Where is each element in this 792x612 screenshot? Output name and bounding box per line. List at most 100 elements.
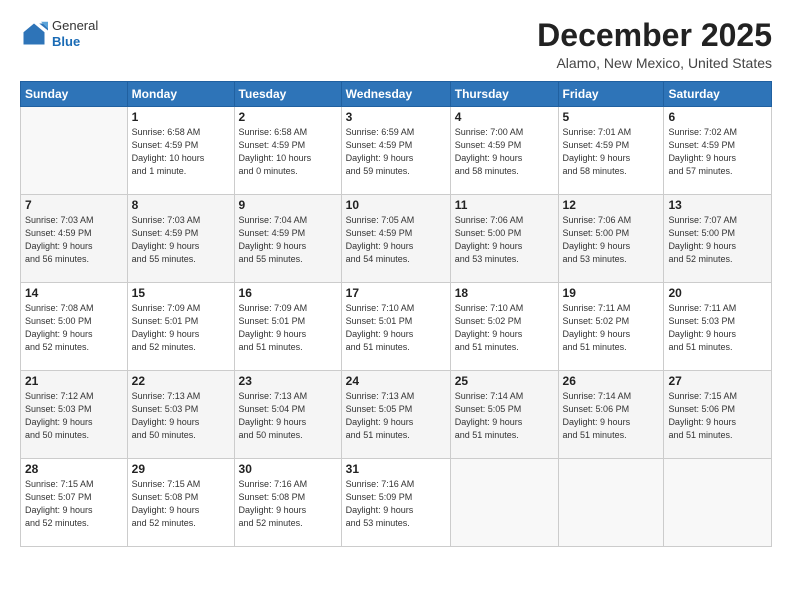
day-number: 15 (132, 286, 230, 300)
day-info: Sunrise: 7:02 AM Sunset: 4:59 PM Dayligh… (668, 126, 767, 178)
calendar-cell: 11 Sunrise: 7:06 AM Sunset: 5:00 PM Dayli… (450, 195, 558, 283)
calendar-week-row: 14 Sunrise: 7:08 AM Sunset: 5:00 PM Dayli… (21, 283, 772, 371)
calendar-cell: 15Sunrise: 7:09 AM Sunset: 5:01 PM Dayli… (127, 283, 234, 371)
calendar-cell: 10 Sunrise: 7:05 AM Sunset: 4:59 PM Dayli… (341, 195, 450, 283)
calendar-cell: 3Sunrise: 6:59 AM Sunset: 4:59 PM Daylig… (341, 107, 450, 195)
calendar-cell: 4Sunrise: 7:00 AM Sunset: 4:59 PM Daylig… (450, 107, 558, 195)
day-info: Sunrise: 7:11 AM Sunset: 5:02 PM Dayligh… (563, 302, 660, 354)
day-number: 26 (563, 374, 660, 388)
day-info: Sunrise: 7:16 AM Sunset: 5:09 PM Dayligh… (346, 478, 446, 530)
calendar-cell: 19 Sunrise: 7:11 AM Sunset: 5:02 PM Dayli… (558, 283, 664, 371)
day-number: 7 (25, 198, 123, 212)
calendar-cell: 6 Sunrise: 7:02 AM Sunset: 4:59 PM Daylig… (664, 107, 772, 195)
col-header-friday: Friday (558, 82, 664, 107)
month-title: December 2025 (537, 18, 772, 53)
day-number: 10 (346, 198, 446, 212)
day-number: 11 (455, 198, 554, 212)
col-header-tuesday: Tuesday (234, 82, 341, 107)
day-info: Sunrise: 7:14 AM Sunset: 5:05 PM Dayligh… (455, 390, 554, 442)
day-number: 21 (25, 374, 123, 388)
calendar-cell (21, 107, 128, 195)
day-info: Sunrise: 7:06 AM Sunset: 5:00 PM Dayligh… (455, 214, 554, 266)
calendar-cell: 12 Sunrise: 7:06 AM Sunset: 5:00 PM Dayli… (558, 195, 664, 283)
calendar-table: SundayMondayTuesdayWednesdayThursdayFrid… (20, 81, 772, 547)
calendar-cell: 30Sunrise: 7:16 AM Sunset: 5:08 PM Dayli… (234, 459, 341, 547)
calendar-cell: 16 Sunrise: 7:09 AM Sunset: 5:01 PM Dayli… (234, 283, 341, 371)
day-info: Sunrise: 7:13 AM Sunset: 5:05 PM Dayligh… (346, 390, 446, 442)
logo-blue: Blue (52, 34, 98, 50)
day-info: Sunrise: 7:15 AM Sunset: 5:08 PM Dayligh… (132, 478, 230, 530)
logo-text: General Blue (52, 18, 98, 49)
day-info: Sunrise: 7:05 AM Sunset: 4:59 PM Dayligh… (346, 214, 446, 266)
day-info: Sunrise: 7:15 AM Sunset: 5:06 PM Dayligh… (668, 390, 767, 442)
day-number: 29 (132, 462, 230, 476)
calendar-cell: 31 Sunrise: 7:16 AM Sunset: 5:09 PM Dayli… (341, 459, 450, 547)
day-info: Sunrise: 7:16 AM Sunset: 5:08 PM Dayligh… (239, 478, 337, 530)
day-number: 18 (455, 286, 554, 300)
day-number: 27 (668, 374, 767, 388)
day-number: 25 (455, 374, 554, 388)
day-number: 6 (668, 110, 767, 124)
day-info: Sunrise: 6:58 AM Sunset: 4:59 PM Dayligh… (239, 126, 337, 178)
header: General Blue December 2025 Alamo, New Me… (20, 18, 772, 71)
calendar-cell: 22Sunrise: 7:13 AM Sunset: 5:03 PM Dayli… (127, 371, 234, 459)
calendar-cell (558, 459, 664, 547)
day-number: 8 (132, 198, 230, 212)
title-block: December 2025 Alamo, New Mexico, United … (537, 18, 772, 71)
col-header-saturday: Saturday (664, 82, 772, 107)
day-number: 1 (132, 110, 230, 124)
calendar-header-row: SundayMondayTuesdayWednesdayThursdayFrid… (21, 82, 772, 107)
calendar-cell: 26 Sunrise: 7:14 AM Sunset: 5:06 PM Dayli… (558, 371, 664, 459)
col-header-wednesday: Wednesday (341, 82, 450, 107)
calendar-cell (664, 459, 772, 547)
calendar-cell: 14 Sunrise: 7:08 AM Sunset: 5:00 PM Dayli… (21, 283, 128, 371)
day-number: 14 (25, 286, 123, 300)
calendar-week-row: 21 Sunrise: 7:12 AM Sunset: 5:03 PM Dayli… (21, 371, 772, 459)
day-number: 5 (563, 110, 660, 124)
day-number: 24 (346, 374, 446, 388)
col-header-thursday: Thursday (450, 82, 558, 107)
logo-general: General (52, 18, 98, 34)
day-info: Sunrise: 7:04 AM Sunset: 4:59 PM Dayligh… (239, 214, 337, 266)
day-info: Sunrise: 7:11 AM Sunset: 5:03 PM Dayligh… (668, 302, 767, 354)
day-number: 28 (25, 462, 123, 476)
calendar-cell: 25 Sunrise: 7:14 AM Sunset: 5:05 PM Dayli… (450, 371, 558, 459)
page: General Blue December 2025 Alamo, New Me… (0, 0, 792, 612)
day-number: 9 (239, 198, 337, 212)
day-info: Sunrise: 7:08 AM Sunset: 5:00 PM Dayligh… (25, 302, 123, 354)
day-info: Sunrise: 7:07 AM Sunset: 5:00 PM Dayligh… (668, 214, 767, 266)
calendar-cell (450, 459, 558, 547)
day-number: 19 (563, 286, 660, 300)
day-info: Sunrise: 7:10 AM Sunset: 5:02 PM Dayligh… (455, 302, 554, 354)
calendar-cell: 1 Sunrise: 6:58 AM Sunset: 4:59 PM Daylig… (127, 107, 234, 195)
day-info: Sunrise: 6:58 AM Sunset: 4:59 PM Dayligh… (132, 126, 230, 178)
day-info: Sunrise: 7:10 AM Sunset: 5:01 PM Dayligh… (346, 302, 446, 354)
day-number: 23 (239, 374, 337, 388)
calendar-cell: 29 Sunrise: 7:15 AM Sunset: 5:08 PM Dayli… (127, 459, 234, 547)
calendar-cell: 20 Sunrise: 7:11 AM Sunset: 5:03 PM Dayli… (664, 283, 772, 371)
day-number: 16 (239, 286, 337, 300)
day-number: 20 (668, 286, 767, 300)
day-info: Sunrise: 7:14 AM Sunset: 5:06 PM Dayligh… (563, 390, 660, 442)
day-number: 3 (346, 110, 446, 124)
day-number: 12 (563, 198, 660, 212)
col-header-sunday: Sunday (21, 82, 128, 107)
day-number: 2 (239, 110, 337, 124)
day-info: Sunrise: 7:12 AM Sunset: 5:03 PM Dayligh… (25, 390, 123, 442)
calendar-cell: 21 Sunrise: 7:12 AM Sunset: 5:03 PM Dayli… (21, 371, 128, 459)
day-info: Sunrise: 7:13 AM Sunset: 5:04 PM Dayligh… (239, 390, 337, 442)
calendar-cell: 7 Sunrise: 7:03 AM Sunset: 4:59 PM Daylig… (21, 195, 128, 283)
day-info: Sunrise: 7:03 AM Sunset: 4:59 PM Dayligh… (25, 214, 123, 266)
calendar-cell: 28 Sunrise: 7:15 AM Sunset: 5:07 PM Dayli… (21, 459, 128, 547)
day-info: Sunrise: 7:06 AM Sunset: 5:00 PM Dayligh… (563, 214, 660, 266)
day-number: 13 (668, 198, 767, 212)
calendar-cell: 24 Sunrise: 7:13 AM Sunset: 5:05 PM Dayli… (341, 371, 450, 459)
day-info: Sunrise: 7:13 AM Sunset: 5:03 PM Dayligh… (132, 390, 230, 442)
col-header-monday: Monday (127, 82, 234, 107)
calendar-cell: 13 Sunrise: 7:07 AM Sunset: 5:00 PM Dayli… (664, 195, 772, 283)
day-number: 31 (346, 462, 446, 476)
day-info: Sunrise: 7:15 AM Sunset: 5:07 PM Dayligh… (25, 478, 123, 530)
day-info: Sunrise: 7:09 AM Sunset: 5:01 PM Dayligh… (239, 302, 337, 354)
logo: General Blue (20, 18, 98, 49)
calendar-week-row: 1 Sunrise: 6:58 AM Sunset: 4:59 PM Daylig… (21, 107, 772, 195)
